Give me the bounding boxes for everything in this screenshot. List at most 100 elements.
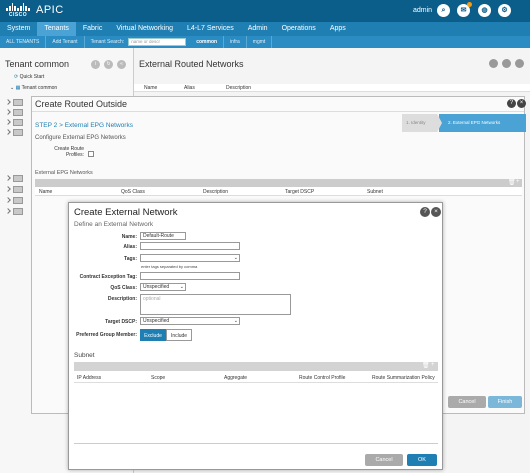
column-route-control-profile[interactable]: Route Control Profile — [299, 375, 345, 381]
alias-input[interactable] — [140, 242, 240, 250]
name-input[interactable]: Default-Route — [140, 232, 186, 240]
column-ip-address[interactable]: IP Address — [77, 375, 101, 381]
column-route-summarization-policy[interactable]: Route Summarization Policy — [372, 375, 435, 381]
alerts-icon[interactable]: ✉ — [457, 2, 472, 17]
qos-class-value: Unspecified — [143, 284, 170, 290]
nav-system[interactable]: System — [0, 22, 37, 36]
contract-exception-tag-input[interactable] — [140, 272, 240, 280]
subnav-tenant-common[interactable]: common — [190, 36, 225, 48]
include-toggle[interactable]: Include — [166, 329, 192, 341]
chevron-down-icon: ⌄ — [233, 318, 238, 324]
chevron-down-icon: ⌄ — [179, 284, 184, 290]
target-dscp-label: Target DSCP: — [105, 319, 137, 325]
subnet-toolbar: 🗑 + — [74, 362, 438, 371]
create-route-profiles-checkbox[interactable] — [88, 151, 94, 157]
alias-label: Alias: — [123, 244, 137, 250]
tree-folder-item[interactable] — [6, 186, 30, 193]
add-icon[interactable]: + — [431, 362, 435, 368]
quick-start-icon: ⟳ — [14, 74, 19, 80]
tags-label: Tags: — [124, 256, 137, 262]
column-target-dscp[interactable]: Target DSCP — [285, 189, 314, 195]
subnet-table-header: IP Address Scope Aggregate Route Control… — [74, 373, 438, 383]
wizard-step-external-epg[interactable]: 2. External EPG Networks — [439, 114, 526, 132]
cancel-button[interactable]: Cancel — [448, 396, 486, 408]
work-pane-star-icon[interactable] — [502, 59, 511, 68]
target-dscp-select[interactable]: Unspecified ⌄ — [140, 317, 240, 325]
column-qos-class[interactable]: QoS Class — [121, 189, 145, 195]
exclude-toggle[interactable]: Exclude — [140, 329, 166, 341]
qos-class-select[interactable]: Unspecified ⌄ — [140, 283, 186, 291]
search-icon[interactable]: ⌕ — [437, 4, 450, 17]
finish-button[interactable]: Finish — [488, 396, 522, 408]
nav-apps[interactable]: Apps — [323, 22, 353, 36]
work-pane-action-icon[interactable] — [489, 59, 498, 68]
column-name[interactable]: Name — [144, 85, 157, 91]
wizard-step-identity[interactable]: 1. Identity — [402, 114, 442, 132]
target-dscp-value: Unspecified — [143, 318, 170, 324]
pane-refresh-icon[interactable]: ↻ — [104, 60, 113, 69]
tenant-search-input[interactable]: name or descr — [128, 38, 187, 46]
description-input[interactable]: optional — [140, 294, 291, 315]
user-menu[interactable]: admin — [413, 7, 432, 14]
settings-icon[interactable]: ⚙ — [498, 4, 511, 17]
ok-button[interactable]: OK — [407, 454, 437, 466]
subnav-tenant-infra[interactable]: infra — [224, 36, 247, 48]
cancel-button[interactable]: Cancel — [365, 454, 403, 466]
column-subnet[interactable]: Subnet — [367, 189, 383, 195]
add-icon[interactable]: + — [516, 179, 520, 185]
sub-nav: ALL TENANTS Add Tenant Tenant Search: na… — [0, 36, 530, 48]
tree-folder-item[interactable] — [6, 109, 30, 116]
wizard-steps: 1. Identity 2. External EPG Networks — [402, 114, 526, 132]
cisco-logo-bars — [5, 3, 31, 11]
work-pane-help-icon[interactable] — [515, 59, 524, 68]
column-name[interactable]: Name — [39, 189, 52, 195]
nav-operations[interactable]: Operations — [275, 22, 323, 36]
column-description[interactable]: Description — [226, 85, 251, 91]
top-bar: CISCO APIC admin ⌕ ✉ ◍ ⚙ — [0, 0, 530, 22]
nav-l4-l7-services[interactable]: L4-L7 Services — [180, 22, 241, 36]
external-epg-table-header: Name QoS Class Description Target DSCP S… — [35, 187, 522, 196]
tags-input[interactable]: ⌄ — [140, 254, 240, 262]
column-aggregate[interactable]: Aggregate — [224, 375, 247, 381]
tree-expand-icon: ⌄ — [10, 85, 15, 91]
column-alias[interactable]: Alias — [184, 85, 195, 91]
tree-folder-item[interactable] — [6, 208, 30, 215]
pane-collapse-icon[interactable]: « — [117, 60, 126, 69]
tree-root-item[interactable]: ⌄ ▦ Tenant common — [10, 85, 57, 91]
subnav-tenant-mgmt[interactable]: mgmt — [247, 36, 273, 48]
tree-folder-item[interactable] — [6, 175, 30, 182]
nav-tenants[interactable]: Tenants — [37, 22, 76, 36]
tree-folder-item[interactable] — [6, 129, 30, 136]
tree-folder-item[interactable] — [6, 197, 30, 204]
help-icon[interactable]: ◍ — [478, 4, 491, 17]
nav-virtual-networking[interactable]: Virtual Networking — [109, 22, 180, 36]
help-icon[interactable]: ? — [507, 99, 516, 108]
quick-start-item[interactable]: ⟳ Quick Start — [14, 74, 44, 80]
subnav-all-tenants[interactable]: ALL TENANTS — [0, 36, 47, 48]
app-title: APIC — [36, 4, 64, 16]
create-external-network-dialog: Create External Network ? × Define an Ex… — [68, 202, 443, 470]
main-nav: System Tenants Fabric Virtual Networking… — [0, 22, 530, 36]
pane-info-icon[interactable]: i — [91, 60, 100, 69]
tenant-tree-icon: ▦ — [15, 85, 21, 91]
subnav-add-tenant[interactable]: Add Tenant — [46, 36, 85, 48]
cisco-logo[interactable]: CISCO — [5, 3, 31, 19]
delete-icon[interactable]: 🗑 — [422, 362, 430, 369]
close-icon[interactable]: × — [431, 207, 441, 217]
column-scope[interactable]: Scope — [151, 375, 165, 381]
description-label: Description: — [107, 296, 137, 302]
external-epg-section-label: External EPG Networks — [35, 170, 93, 176]
delete-icon[interactable]: 🗑 — [508, 179, 516, 186]
dialog-subtitle: Define an External Network — [74, 221, 154, 228]
tree-folder-item[interactable] — [6, 119, 30, 126]
tags-hint: enter tags separated by comma — [141, 264, 198, 269]
nav-admin[interactable]: Admin — [241, 22, 275, 36]
close-icon[interactable]: × — [517, 99, 526, 108]
dialog-title: Create External Network — [74, 207, 178, 218]
nav-fabric[interactable]: Fabric — [76, 22, 109, 36]
subnav-tenant-search-label: Tenant Search: — [90, 39, 125, 45]
help-icon[interactable]: ? — [420, 207, 430, 217]
column-description[interactable]: Description — [203, 189, 228, 195]
chevron-down-icon: ⌄ — [233, 255, 238, 261]
tree-folder-item[interactable] — [6, 99, 30, 106]
